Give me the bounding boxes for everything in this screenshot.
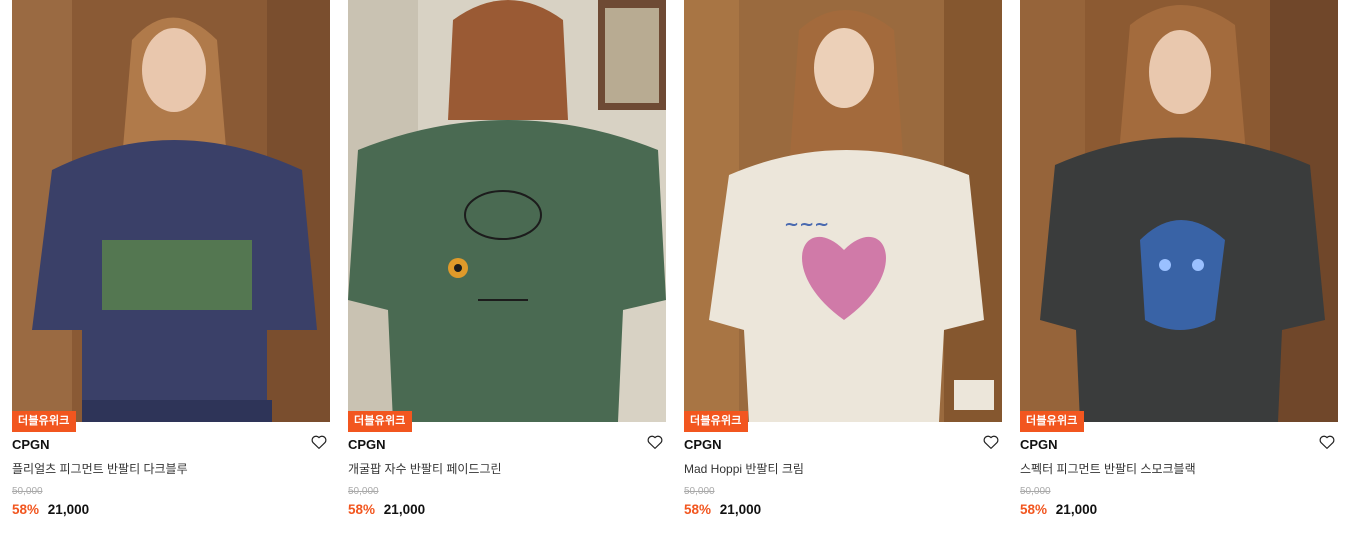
sale-price: 21,000 [719, 502, 762, 517]
heart-outline-icon[interactable] [646, 433, 664, 451]
product-name[interactable]: 스펙터 피그먼트 반팔티 스모크블랙 [1020, 460, 1196, 477]
product-name[interactable]: 개굴팝 자수 반팔티 페이드그린 [348, 460, 502, 477]
sale-price: 21,000 [383, 502, 426, 517]
price-line: 58% 21,000 [12, 502, 89, 517]
price-line: 58% 21,000 [348, 502, 425, 517]
product-name[interactable]: Mad Hoppi 반팔티 크림 [684, 460, 804, 477]
sale-price: 21,000 [1055, 502, 1098, 517]
heart-outline-icon[interactable] [1318, 433, 1336, 451]
product-card[interactable]: 더블유위크 CPGN 플리얼츠 피그먼트 반팔티 다크블루 50,000 58%… [12, 0, 330, 533]
brand-name[interactable]: CPGN [12, 437, 50, 452]
price-line: 58% 21,000 [684, 502, 761, 517]
original-price: 50,000 [348, 486, 379, 497]
product-image[interactable] [12, 0, 330, 422]
promo-badge: 더블유위크 [1020, 411, 1084, 432]
brand-name[interactable]: CPGN [1020, 437, 1058, 452]
price-line: 58% 21,000 [1020, 502, 1097, 517]
promo-badge: 더블유위크 [12, 411, 76, 432]
svg-text:~~~: ~~~ [784, 214, 829, 235]
original-price: 50,000 [12, 486, 43, 497]
brand-name[interactable]: CPGN [348, 437, 386, 452]
original-price: 50,000 [1020, 486, 1051, 497]
brand-name[interactable]: CPGN [684, 437, 722, 452]
original-price: 50,000 [684, 486, 715, 497]
sale-price: 21,000 [47, 502, 90, 517]
discount-rate: 58% [1020, 502, 1048, 517]
product-image[interactable] [1020, 0, 1338, 422]
product-card[interactable]: 더블유위크 CPGN 스펙터 피그먼트 반팔티 스모크블랙 50,000 58%… [1020, 0, 1338, 533]
product-image[interactable]: ~~~ [684, 0, 1002, 422]
heart-outline-icon[interactable] [982, 433, 1000, 451]
product-grid: 더블유위크 CPGN 플리얼츠 피그먼트 반팔티 다크블루 50,000 58%… [0, 0, 1345, 533]
discount-rate: 58% [348, 502, 376, 517]
product-card[interactable]: 더블유위크 CPGN 개굴팝 자수 반팔티 페이드그린 50,000 58% 2… [348, 0, 666, 533]
promo-badge: 더블유위크 [684, 411, 748, 432]
promo-badge: 더블유위크 [348, 411, 412, 432]
product-name[interactable]: 플리얼츠 피그먼트 반팔티 다크블루 [12, 460, 188, 477]
product-card[interactable]: ~~~ 더블유위크 CPGN Mad Hoppi 반팔티 크림 50,000 5… [684, 0, 1002, 533]
heart-outline-icon[interactable] [310, 433, 328, 451]
discount-rate: 58% [684, 502, 712, 517]
product-image[interactable] [348, 0, 666, 422]
discount-rate: 58% [12, 502, 40, 517]
